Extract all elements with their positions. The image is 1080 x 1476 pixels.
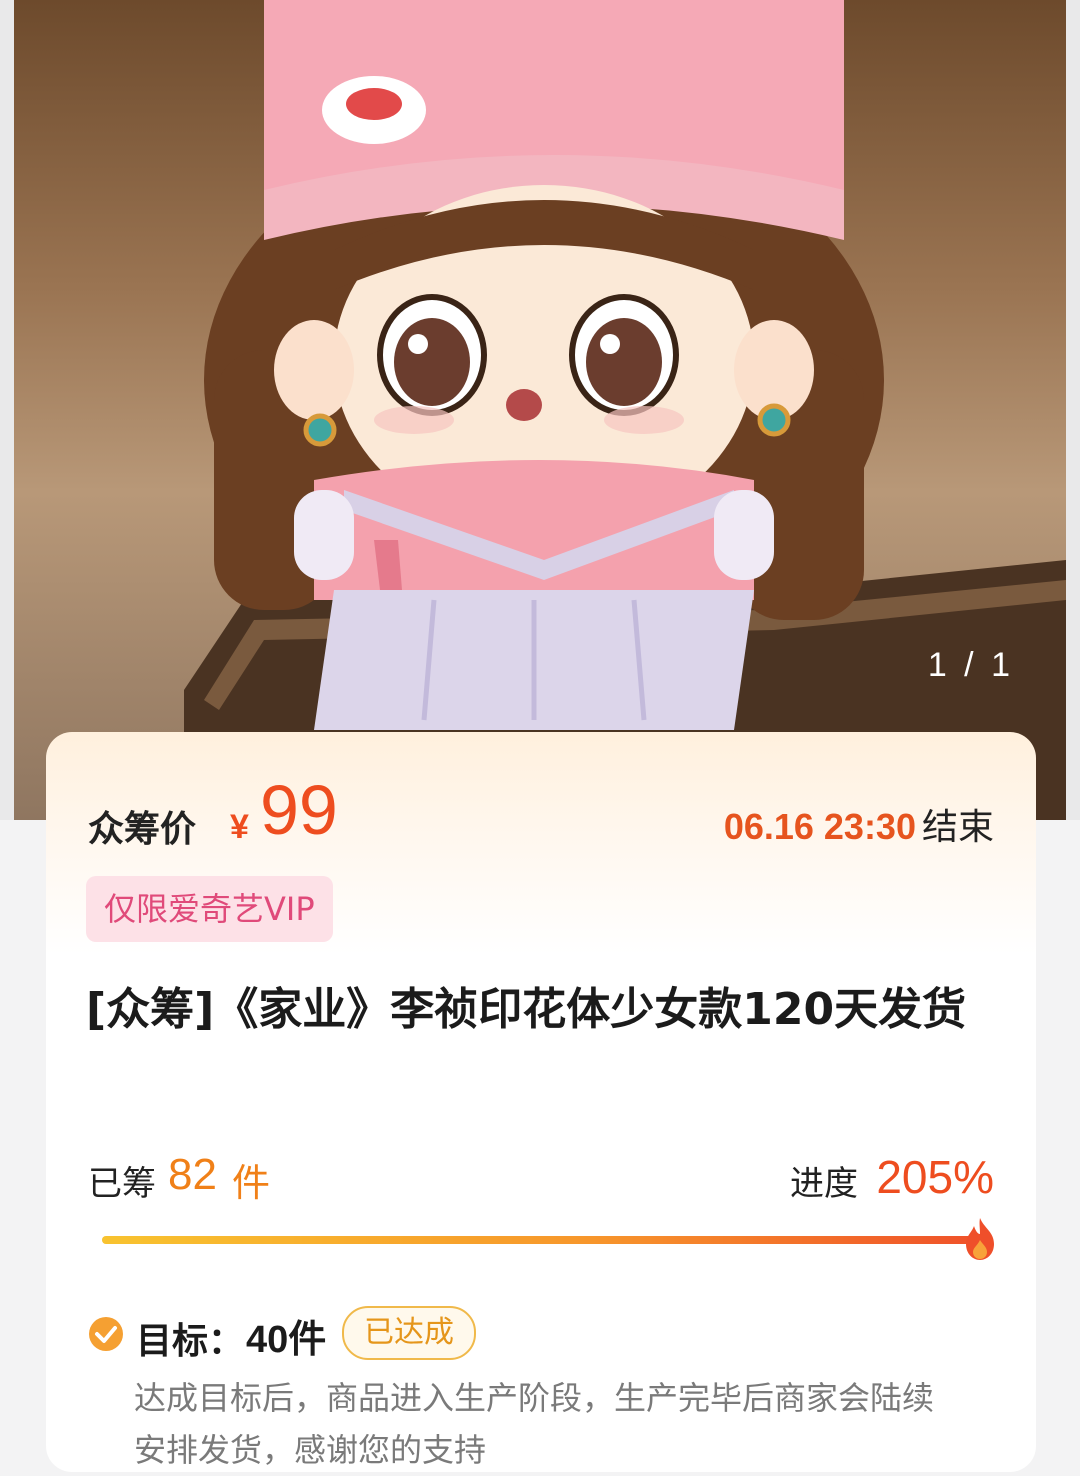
plush-doll-photo — [184, 0, 1066, 820]
price-row: 众筹价 ¥ 99 06.16 23:30 结束 — [88, 771, 994, 864]
doll-eye-right — [586, 318, 662, 406]
doll-sleeve-right — [714, 490, 774, 580]
raised-label: 已筹 — [88, 1164, 156, 1204]
deadline-label: 结束 — [921, 807, 994, 848]
progress-label: 进度 — [790, 1164, 858, 1204]
flame-icon — [966, 1218, 994, 1260]
raised-unit: 件 — [232, 1161, 271, 1205]
product-info-card: 众筹价 ¥ 99 06.16 23:30 结束 仅限爱奇艺VIP [众筹]《家业》… — [46, 732, 1036, 1472]
gallery-pager: 1 / 1 — [927, 646, 1014, 684]
price-value: 99 — [260, 771, 338, 849]
doll-mouth — [506, 389, 542, 421]
progress-value: 205% — [876, 1151, 994, 1203]
vip-only-badge: 仅限爱奇艺VIP — [86, 876, 333, 942]
image-edge-right — [1066, 0, 1080, 820]
progress-bar — [102, 1236, 992, 1244]
product-title: [众筹]《家业》李祯印花体少女款120天发货 — [86, 984, 967, 1035]
earring-right — [757, 403, 791, 437]
price-label: 众筹价 — [88, 809, 197, 850]
currency-symbol: ¥ — [230, 808, 249, 846]
progress-bar-fill — [102, 1236, 992, 1244]
product-image[interactable]: 1 / 1 — [0, 0, 1080, 820]
doll-sleeve-left — [294, 490, 354, 580]
goal-value: 40件 — [246, 1319, 327, 1361]
earring-left — [303, 413, 337, 447]
goal-achieved-badge: 已达成 — [342, 1306, 476, 1360]
doll-eye-left — [394, 318, 470, 406]
image-edge-left — [0, 0, 14, 820]
funding-stats: 已筹 82 件 进度 205% — [88, 1146, 994, 1216]
goal-note: 达成目标后，商品进入生产阶段，生产完毕后商家会陆续安排发货，感谢您的支持 — [134, 1379, 935, 1469]
raised-count: 82 — [168, 1150, 217, 1199]
deadline: 06.16 23:30 结束 — [724, 798, 994, 850]
goal-label: 目标： — [136, 1321, 245, 1362]
deadline-time: 06.16 23:30 — [723, 806, 916, 847]
check-circle-icon — [89, 1317, 123, 1351]
